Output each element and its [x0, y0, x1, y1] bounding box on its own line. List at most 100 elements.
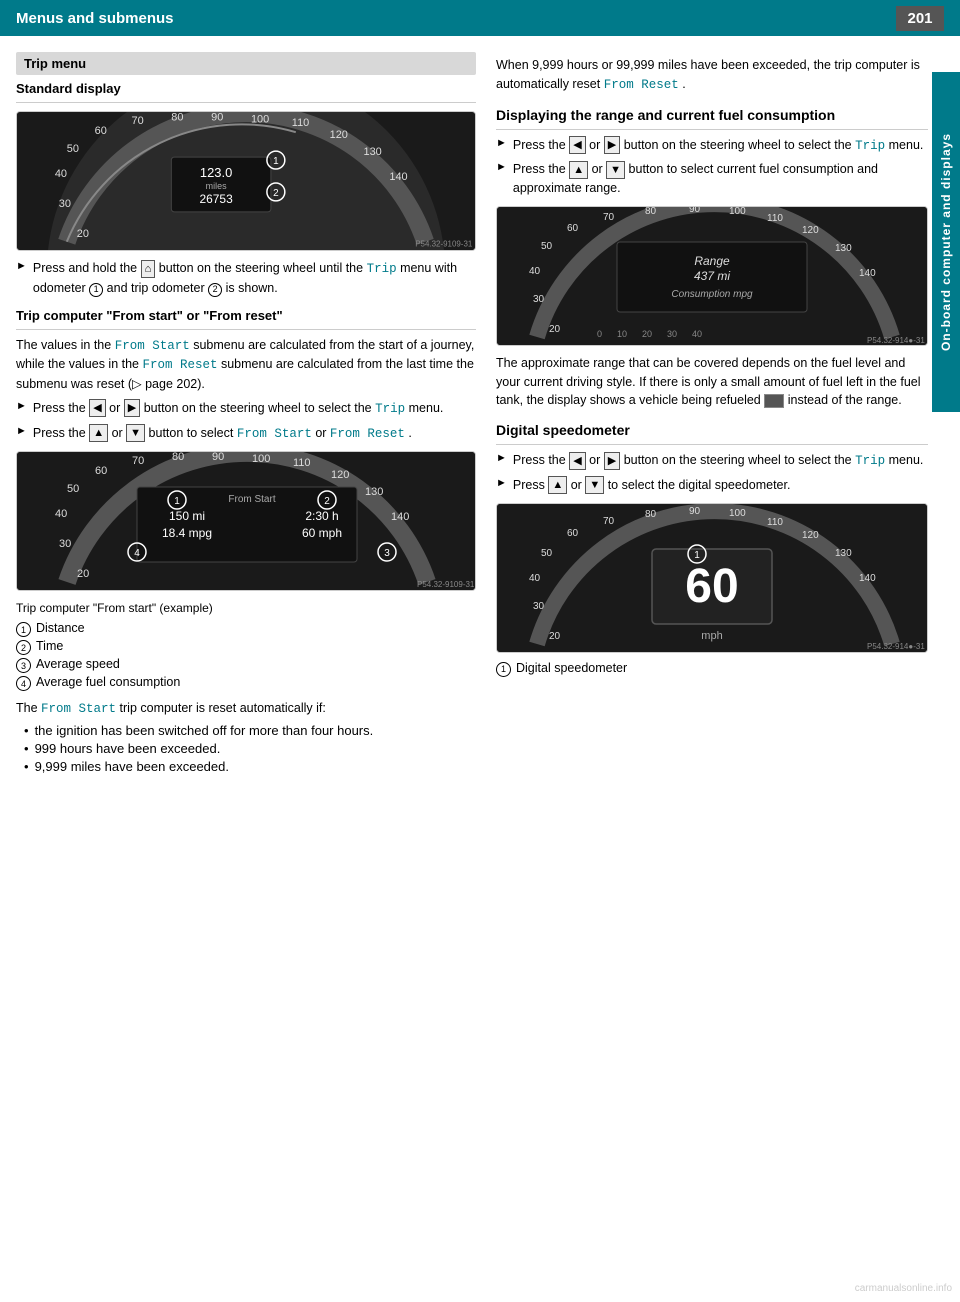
svg-text:60: 60	[95, 465, 107, 477]
svg-text:mph: mph	[701, 630, 722, 642]
displaying-title: Displaying the range and current fuel co…	[496, 107, 928, 123]
range-instruction-1: ► Press the ◀ or ▶ button on the steerin…	[496, 136, 928, 156]
svg-text:50: 50	[541, 241, 553, 252]
from-start-code: From Start	[115, 339, 190, 353]
svg-text:30: 30	[533, 294, 545, 305]
instruction-press1: ► Press the ◀ or ▶ button on the steerin…	[16, 399, 476, 419]
trip-code-dig: Trip	[855, 454, 885, 468]
svg-text:30: 30	[667, 329, 677, 339]
speedo-svg-4: 20 30 40 50 60 70 80 90 100 110 120 130 …	[497, 504, 927, 653]
svg-text:140: 140	[859, 573, 876, 584]
svg-text:miles: miles	[206, 181, 227, 191]
svg-text:110: 110	[767, 517, 783, 528]
svg-text:110: 110	[767, 213, 783, 224]
instruction-press2: ► Press the ▲ or ▼ button to select From…	[16, 424, 476, 444]
body-from-start: The values in the From Start submenu are…	[16, 336, 476, 394]
svg-text:80: 80	[645, 207, 657, 217]
caption-item-3: 3 Average speed	[16, 657, 476, 673]
speedo-image-4: 20 30 40 50 60 70 80 90 100 110 120 130 …	[496, 503, 928, 653]
speedo-svg-2: 20 30 40 50 60 70 80 90 100 110 120 130 …	[17, 452, 476, 591]
arrow-bullet-3: ►	[16, 425, 27, 437]
svg-text:20: 20	[77, 568, 89, 580]
svg-text:26753: 26753	[200, 192, 234, 206]
svg-text:140: 140	[859, 268, 876, 279]
up-btn-d1: ▲	[548, 476, 567, 494]
svg-text:70: 70	[132, 115, 144, 127]
speedo-image-3: 20 30 40 50 60 70 80 90 100 110 120 130 …	[496, 206, 928, 346]
watermark: carmanualsonline.info	[855, 1283, 952, 1294]
refuel-icon	[764, 394, 784, 408]
press2-text: Press the ▲ or ▼ button to select From S…	[33, 424, 412, 444]
svg-text:50: 50	[67, 143, 79, 155]
circle-2: 2	[208, 283, 222, 297]
divider-right-1	[496, 129, 928, 130]
svg-text:90: 90	[211, 112, 223, 123]
svg-text:60: 60	[95, 125, 107, 137]
range-text-2: Press the ▲ or ▼ button to select curren…	[513, 160, 928, 198]
dig-instruction-2: ► Press ▲ or ▼ to select the digital spe…	[496, 476, 928, 495]
svg-text:30: 30	[59, 198, 71, 210]
svg-text:123.0: 123.0	[200, 165, 232, 180]
svg-text:P54.32-9109-31: P54.32-9109-31	[417, 580, 475, 589]
svg-text:40: 40	[692, 329, 702, 339]
svg-text:60: 60	[567, 528, 579, 539]
home-button-icon: ⌂	[141, 260, 156, 278]
svg-text:130: 130	[835, 243, 852, 254]
svg-text:30: 30	[59, 538, 71, 550]
svg-text:1: 1	[174, 496, 180, 507]
svg-text:20: 20	[549, 324, 561, 335]
svg-text:40: 40	[55, 508, 67, 520]
trip-code-range: Trip	[855, 139, 885, 153]
num-2: 2	[16, 640, 31, 655]
svg-text:P54.32-9109-31: P54.32-9109-31	[415, 240, 473, 249]
svg-text:100: 100	[729, 207, 746, 217]
arrow-bullet-r2: ►	[496, 161, 507, 173]
press-hold-instruction: ► Press and hold the ⌂ button on the ste…	[16, 259, 476, 298]
svg-text:90: 90	[212, 452, 224, 463]
svg-text:80: 80	[171, 112, 183, 123]
svg-text:20: 20	[77, 228, 89, 240]
svg-text:80: 80	[645, 509, 657, 520]
trip-menu-box: Trip menu	[16, 52, 476, 75]
arrow-bullet-2: ►	[16, 400, 27, 412]
bullet-1: • the ignition has been switched off for…	[16, 723, 476, 738]
caption-item-1: 1 Distance	[16, 621, 476, 637]
header-title: Menus and submenus	[16, 10, 174, 27]
trip-computer-title: Trip computer "From start" or "From rese…	[16, 308, 476, 323]
svg-text:50: 50	[541, 548, 553, 559]
left-btn-icon: ◀	[89, 399, 105, 417]
left-btn-d1: ◀	[569, 452, 585, 470]
up-btn-icon: ▲	[89, 424, 108, 442]
svg-text:40: 40	[55, 168, 67, 180]
svg-text:2:30 h: 2:30 h	[305, 509, 338, 523]
svg-text:110: 110	[292, 117, 309, 129]
left-column: Trip menu Standard display	[16, 52, 476, 777]
svg-text:130: 130	[365, 486, 383, 498]
svg-text:80: 80	[172, 452, 184, 463]
svg-text:0: 0	[597, 329, 602, 339]
svg-text:120: 120	[802, 225, 819, 236]
bullet-3: • 9,999 miles have been exceeded.	[16, 759, 476, 774]
dig-text-2: Press ▲ or ▼ to select the digital speed…	[513, 476, 791, 495]
svg-text:P54.32-914●-31: P54.32-914●-31	[867, 336, 925, 345]
from-start-code-3: From Start	[41, 702, 116, 716]
caption-item-4: 4 Average fuel consumption	[16, 675, 476, 691]
right-column: When 9,999 hours or 99,999 miles have be…	[496, 52, 928, 777]
svg-text:70: 70	[132, 455, 144, 467]
arrow-bullet-1: ►	[16, 260, 27, 272]
speedo-svg-1: 20 30 40 50 60 70 80 90 100 110 120 130 …	[17, 112, 475, 251]
right-btn-d1: ▶	[604, 452, 620, 470]
right-btn-icon: ▶	[124, 399, 140, 417]
bullet-dot-3: •	[24, 759, 29, 774]
svg-text:2: 2	[324, 496, 330, 507]
svg-text:60 mph: 60 mph	[302, 526, 342, 540]
svg-text:20: 20	[642, 329, 652, 339]
trip-computer-caption: Trip computer "From start" (example)	[16, 599, 476, 617]
left-btn-r1: ◀	[569, 136, 585, 154]
down-btn-r1: ▼	[606, 161, 625, 179]
range-body: The approximate range that can be covere…	[496, 354, 928, 410]
dig-text-1: Press the ◀ or ▶ button on the steering …	[513, 451, 923, 471]
svg-text:140: 140	[391, 511, 409, 523]
svg-text:Range: Range	[694, 254, 730, 268]
arrow-bullet-d1: ►	[496, 452, 507, 464]
